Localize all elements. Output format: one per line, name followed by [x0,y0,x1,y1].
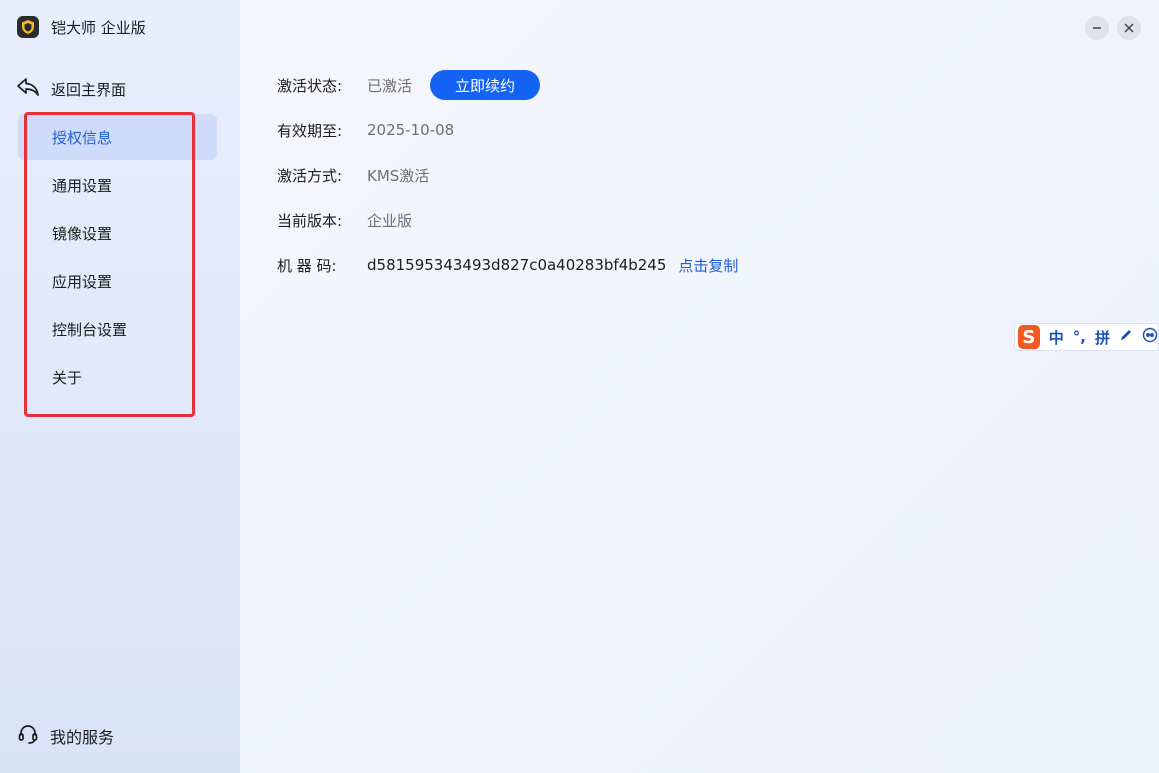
sidebar-item-label: 应用设置 [52,272,113,291]
sidebar-item-label: 通用设置 [52,176,113,195]
activation-method-value: KMS激活 [367,166,430,185]
app-title: 铠大师 企业版 [51,18,146,37]
activation-method-row: 激活方式: KMS激活 [277,160,429,190]
sidebar-item-mirror-settings[interactable]: 镜像设置 [18,210,217,256]
copy-machine-code-link[interactable]: 点击复制 [678,255,738,276]
pen-icon[interactable] [1119,328,1133,346]
minimize-button[interactable] [1085,16,1109,40]
expiry-label: 有效期至: [277,121,343,140]
sidebar-item-license-info[interactable]: 授权信息 [18,114,217,160]
activation-status-row: 激活状态: 已激活 立即续约 [277,70,541,100]
expiry-value: 2025-10-08 [367,121,455,139]
back-label: 返回主界面 [51,80,127,99]
close-button[interactable] [1117,16,1141,40]
ime-pinyin-toggle[interactable]: 拼 [1095,327,1110,348]
sidebar-item-label: 授权信息 [52,128,113,147]
sidebar: 铠大师 企业版 返回主界面 授权信息 通用设置 镜像设置 应用设置 控制台设置 … [0,0,240,773]
shield-logo-icon [17,16,39,38]
license-panel: 激活状态: 已激活 立即续约 有效期至: 2025-10-08 激活方式: KM… [240,0,1159,773]
back-arrow-icon [16,76,40,102]
close-icon [1123,19,1135,38]
app-title-bar: 铠大师 企业版 [17,16,146,38]
ime-punctuation-toggle[interactable]: °, [1073,328,1086,346]
ime-skin-icon[interactable] [1142,327,1158,347]
renew-button[interactable]: 立即续约 [430,70,541,100]
expiry-row: 有效期至: 2025-10-08 [277,115,454,145]
sidebar-item-console-settings[interactable]: 控制台设置 [18,306,217,352]
current-version-value: 企业版 [367,211,413,230]
service-label: 我的服务 [50,728,115,747]
activation-status-label: 激活状态: [277,76,343,95]
current-version-row: 当前版本: 企业版 [277,205,412,235]
sogou-logo-icon[interactable]: S [1018,325,1040,349]
sidebar-item-about[interactable]: 关于 [18,354,217,400]
machine-code-row: 机 器 码: d581595343493d827c0a40283bf4b245 … [277,250,738,280]
activation-method-label: 激活方式: [277,166,343,185]
sidebar-item-app-settings[interactable]: 应用设置 [18,258,217,304]
minimize-icon [1091,19,1103,38]
headset-icon [17,723,39,749]
settings-nav: 授权信息 通用设置 镜像设置 应用设置 控制台设置 关于 [18,114,217,402]
sidebar-item-label: 控制台设置 [52,320,128,339]
ime-mode-toggle[interactable]: 中 [1049,327,1064,348]
machine-code-value: d581595343493d827c0a40283bf4b245 [367,256,667,274]
sidebar-item-label: 关于 [52,368,83,387]
my-services-button[interactable]: 我的服务 [17,723,114,749]
back-to-main-button[interactable]: 返回主界面 [16,76,126,102]
app-window: 铠大师 企业版 返回主界面 授权信息 通用设置 镜像设置 应用设置 控制台设置 … [0,0,1159,773]
machine-code-label: 机 器 码: [277,256,337,275]
sidebar-item-general-settings[interactable]: 通用设置 [18,162,217,208]
activation-status-value: 已激活 [367,76,413,95]
ime-toolbar: S 中 °, 拼 [1014,323,1159,351]
sidebar-item-label: 镜像设置 [52,224,113,243]
current-version-label: 当前版本: [277,211,343,230]
